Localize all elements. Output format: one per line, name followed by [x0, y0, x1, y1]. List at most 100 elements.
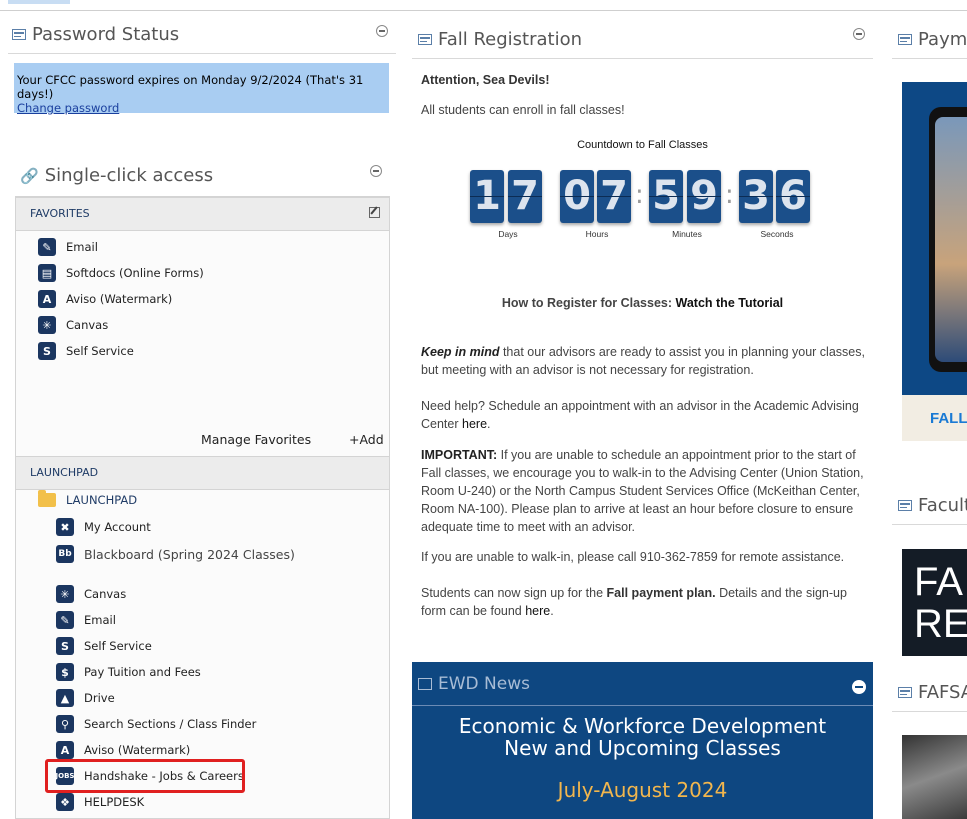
email-icon: ✎	[38, 238, 56, 256]
single-click-header: 🔗 Single-click access	[20, 165, 213, 186]
minus-icon	[855, 686, 863, 688]
panel-icon	[418, 34, 432, 45]
canvas-icon: ✳	[38, 316, 56, 334]
email-icon: ✎	[56, 611, 74, 629]
favorite-label: Softdocs (Online Forms)	[66, 266, 204, 280]
need-help-paragraph: Need help? Schedule an appointment with …	[421, 397, 867, 433]
faculty-header: Facult	[898, 495, 967, 516]
launchpad-label: Drive	[84, 691, 115, 705]
forms-icon: ▤	[38, 264, 56, 282]
launchpad-item-pay-tuition[interactable]: $ Pay Tuition and Fees	[56, 663, 201, 681]
divider	[892, 524, 967, 525]
divider	[892, 58, 967, 59]
ewd-collapse-button[interactable]	[852, 680, 866, 694]
fafsa-title: FAFSA	[918, 682, 967, 703]
drive-icon: ▲	[56, 689, 74, 707]
aviso-icon: A	[38, 290, 56, 308]
launchpad-item-aviso[interactable]: A Aviso (Watermark)	[56, 741, 190, 759]
launchpad-label: Aviso (Watermark)	[84, 743, 191, 757]
favorite-item-email[interactable]: ✎ Email	[38, 238, 98, 256]
ewd-headline-2: New and Upcoming Classes	[504, 736, 781, 760]
divider	[412, 705, 873, 706]
payment-title: Payme	[918, 29, 967, 50]
advising-here-link[interactable]: here	[462, 417, 487, 431]
favorite-label: Email	[66, 240, 98, 254]
promo-text-fa: FA	[914, 560, 963, 604]
countdown-colon: :	[635, 180, 644, 210]
countdown-minutes-digit-2: 9	[687, 170, 721, 223]
launchpad-label: Search Sections / Class Finder	[84, 717, 257, 731]
single-click-title: Single-click access	[44, 165, 214, 186]
launchpad-item-blackboard[interactable]: Bb Blackboard (Spring 2024 Classes)	[56, 545, 295, 563]
password-expiry-message: Your CFCC password expires on Monday 9/2…	[17, 73, 364, 101]
launchpad-item-drive[interactable]: ▲ Drive	[56, 689, 115, 707]
countdown-title: Countdown to Fall Classes	[577, 139, 708, 151]
launchpad-item-email[interactable]: ✎ Email	[56, 611, 116, 629]
manage-favorites-link[interactable]: Manage Favorites	[201, 432, 311, 447]
fall-registration-collapse-button[interactable]	[853, 28, 865, 40]
countdown-days-digit-2: 7	[508, 170, 542, 223]
favorites-header: FAVORITES	[16, 197, 389, 231]
payment-header: Payme	[898, 29, 967, 50]
favorite-item-softdocs[interactable]: ▤ Softdocs (Online Forms)	[38, 264, 204, 282]
favorite-label: Self Service	[66, 344, 134, 358]
change-password-link[interactable]: Change password	[17, 101, 386, 115]
favorite-item-canvas[interactable]: ✳ Canvas	[38, 316, 108, 334]
countdown-days-digit-1: 1	[470, 170, 504, 223]
fafsa-promo-image[interactable]	[902, 735, 967, 819]
launchpad-item-canvas[interactable]: ✳ Canvas	[56, 585, 126, 603]
enroll-text: All students can enroll in fall classes!	[421, 103, 625, 117]
payment-plan-paragraph: Students can now sign up for the Fall pa…	[421, 584, 867, 620]
launchpad-item-helpdesk[interactable]: ❖ HELPDESK	[56, 793, 144, 811]
launchpad-label: Pay Tuition and Fees	[84, 665, 201, 679]
ewd-headline-1: Economic & Workforce Development	[458, 714, 827, 738]
link-icon: 🔗	[20, 166, 39, 185]
phone-screen-graphic	[935, 117, 967, 362]
divider	[412, 58, 873, 59]
launchpad-item-self-service[interactable]: S Self Service	[56, 637, 152, 655]
favorite-label: Canvas	[66, 318, 109, 332]
launchpad-label: Canvas	[84, 587, 127, 601]
faculty-promo-image[interactable]: FA RE	[902, 549, 967, 656]
active-tab-indicator[interactable]	[8, 0, 70, 4]
countdown-minutes-label: Minutes	[672, 229, 702, 239]
countdown-days-label: Days	[498, 229, 518, 239]
countdown-minutes-digit-1: 5	[649, 170, 683, 223]
launchpad-item-class-finder[interactable]: ⚲ Search Sections / Class Finder	[56, 715, 256, 733]
self-service-icon: S	[38, 342, 56, 360]
single-click-collapse-button[interactable]	[370, 165, 382, 177]
launchpad-folder[interactable]: LAUNCHPAD	[38, 490, 138, 507]
favorites-title: FAVORITES	[30, 207, 90, 220]
launchpad-header: LAUNCHPAD	[16, 456, 389, 490]
favorite-item-self-service[interactable]: S Self Service	[38, 342, 134, 360]
password-status-collapse-button[interactable]	[376, 25, 388, 37]
launchpad-folder-label: LAUNCHPAD	[66, 493, 138, 507]
search-icon: ⚲	[56, 715, 74, 733]
launchpad-label: HELPDESK	[84, 795, 145, 809]
password-status-title: Password Status	[32, 24, 180, 45]
watch-tutorial-link[interactable]: Watch the Tutorial	[676, 296, 784, 310]
favorite-item-aviso[interactable]: A Aviso (Watermark)	[38, 290, 172, 308]
canvas-icon: ✳	[56, 585, 74, 603]
edit-favorites-icon[interactable]	[369, 207, 380, 218]
password-status-header: Password Status	[12, 24, 179, 45]
fafsa-header: FAFSA	[898, 682, 967, 703]
panel-icon	[898, 500, 912, 511]
important-paragraph: IMPORTANT: If you are unable to schedule…	[421, 446, 867, 536]
period: .	[550, 604, 554, 618]
period: .	[487, 417, 491, 431]
payment-here-link[interactable]: here	[525, 604, 550, 618]
add-favorite-link[interactable]: +Add	[349, 432, 384, 447]
launchpad-item-my-account[interactable]: ✖ My Account	[56, 518, 151, 536]
keep-in-mind-bold: Keep in mind	[421, 345, 500, 359]
panel-icon	[12, 29, 26, 40]
payment-pre: Students can now sign up for the	[421, 586, 607, 600]
panel-icon	[898, 34, 912, 45]
launchpad-label: My Account	[84, 520, 151, 534]
promo-text-re: RE	[914, 602, 967, 646]
payment-promo-image[interactable]	[902, 82, 967, 395]
promo-footer: FALL	[902, 395, 967, 441]
countdown-seconds-digit-2: 6	[776, 170, 810, 223]
fall-registration-title: Fall Registration	[438, 29, 582, 50]
launchpad-label: Email	[84, 613, 116, 627]
